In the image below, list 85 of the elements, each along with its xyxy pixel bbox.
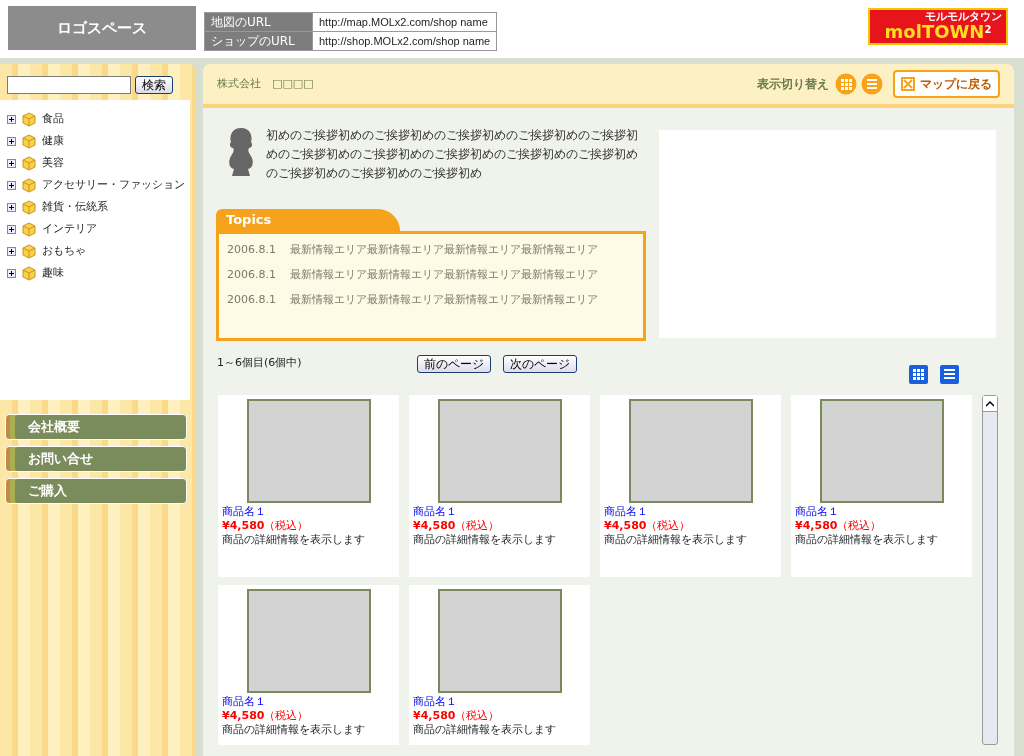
- box-icon: [21, 155, 37, 171]
- url-value: http://shop.MOLx2.com/shop name: [312, 31, 497, 51]
- product-card[interactable]: 商品名１ ¥4,580（税込） 商品の詳細情報を表示します: [791, 395, 972, 577]
- topic-date: 2006.8.1: [227, 242, 276, 259]
- tax-note: （税込）: [455, 709, 500, 722]
- product-price: ¥4,580: [222, 519, 265, 532]
- category-item[interactable]: インテリア: [42, 220, 97, 238]
- grid-view-button[interactable]: [909, 365, 928, 384]
- product-price: ¥4,580: [795, 519, 838, 532]
- product-name[interactable]: 商品名１: [413, 695, 586, 709]
- back-to-map-button[interactable]: マップに戻る: [893, 70, 1000, 98]
- view-switch-label: 表示切り替え: [757, 76, 829, 93]
- product-description: 商品の詳細情報を表示します: [222, 533, 366, 547]
- product-description: 商品の詳細情報を表示します: [222, 723, 366, 737]
- product-name[interactable]: 商品名１: [604, 505, 777, 519]
- tax-note: （税込）: [264, 519, 309, 532]
- product-card[interactable]: 商品名１ ¥4,580（税込） 商品の詳細情報を表示します: [218, 585, 399, 745]
- scroll-up-icon: [986, 400, 994, 407]
- expand-icon[interactable]: [7, 158, 16, 168]
- item-count: 1～6個目(6個中): [217, 355, 303, 371]
- product-price: ¥4,580: [604, 519, 647, 532]
- product-description: 商品の詳細情報を表示します: [795, 533, 939, 547]
- box-icon: [21, 133, 37, 149]
- company-name: 株式会社 □□□□: [217, 75, 314, 92]
- list-view-button[interactable]: [940, 365, 959, 384]
- category-item[interactable]: 趣味: [42, 264, 64, 282]
- menu-button[interactable]: 会社概要: [5, 414, 187, 440]
- topic-text[interactable]: 最新情報エリア最新情報エリア最新情報エリア最新情報エリア: [290, 242, 598, 259]
- box-icon: [21, 265, 37, 281]
- prev-page-button[interactable]: 前のページ: [417, 355, 491, 373]
- expand-icon[interactable]: [7, 136, 16, 146]
- topic-date: 2006.8.1: [227, 292, 276, 309]
- product-price: ¥4,580: [222, 709, 265, 722]
- grid-view-icon: [835, 73, 857, 95]
- product-price: ¥4,580: [413, 709, 456, 722]
- product-card[interactable]: 商品名１ ¥4,580（税込） 商品の詳細情報を表示します: [409, 395, 590, 577]
- category-item[interactable]: 食品: [42, 110, 64, 128]
- box-icon: [21, 111, 37, 127]
- product-description: 商品の詳細情報を表示します: [413, 723, 557, 737]
- product-description: 商品の詳細情報を表示します: [604, 533, 748, 547]
- product-name[interactable]: 商品名１: [222, 695, 395, 709]
- search-button[interactable]: 検索: [135, 76, 173, 94]
- expand-icon[interactable]: [7, 180, 16, 190]
- menu-button[interactable]: お問い合せ: [5, 446, 187, 472]
- category-item[interactable]: 健康: [42, 132, 64, 150]
- person-silhouette-icon: [226, 126, 256, 178]
- menu-button[interactable]: ご購入: [5, 478, 187, 504]
- scrollbar[interactable]: [982, 395, 998, 745]
- product-price: ¥4,580: [413, 519, 456, 532]
- brand-logo[interactable]: molTOWN$^{2}$ モルモルタウン: [868, 8, 1008, 45]
- tax-note: （税込）: [455, 519, 500, 532]
- tax-note: （税込）: [646, 519, 691, 532]
- product-description: 商品の詳細情報を表示します: [413, 533, 557, 547]
- expand-icon[interactable]: [7, 202, 16, 212]
- url-value: http://map.MOLx2.com/shop name: [312, 12, 497, 32]
- category-item[interactable]: アクセサリー・ファッション: [42, 176, 185, 194]
- expand-icon[interactable]: [7, 224, 16, 234]
- logo-text: ロゴスペース: [57, 17, 147, 39]
- product-card[interactable]: 商品名１ ¥4,580（税込） 商品の詳細情報を表示します: [218, 395, 399, 577]
- expand-icon[interactable]: [7, 246, 16, 256]
- category-item[interactable]: 美容: [42, 154, 64, 172]
- product-card[interactable]: 商品名１ ¥4,580（税込） 商品の詳細情報を表示します: [409, 585, 590, 745]
- tax-note: （税込）: [264, 709, 309, 722]
- category-item[interactable]: 雑貨・伝統系: [42, 198, 108, 216]
- box-icon: [21, 177, 37, 193]
- topic-date: 2006.8.1: [227, 267, 276, 284]
- category-item[interactable]: おもちゃ: [42, 242, 86, 260]
- next-page-button[interactable]: 次のページ: [503, 355, 577, 373]
- topic-text[interactable]: 最新情報エリア最新情報エリア最新情報エリア最新情報エリア: [290, 292, 598, 309]
- expand-icon[interactable]: [7, 268, 16, 278]
- expand-icon[interactable]: [7, 114, 16, 124]
- product-name[interactable]: 商品名１: [222, 505, 395, 519]
- map-icon: [901, 77, 915, 91]
- list-view-icon: [861, 73, 883, 95]
- box-icon: [21, 199, 37, 215]
- product-card[interactable]: 商品名１ ¥4,580（税込） 商品の詳細情報を表示します: [600, 395, 781, 577]
- product-name[interactable]: 商品名１: [795, 505, 968, 519]
- product-name[interactable]: 商品名１: [413, 505, 586, 519]
- tax-note: （税込）: [837, 519, 882, 532]
- url-label: 地図のURL: [204, 12, 313, 32]
- greeting-text: 初めのご挨拶初めのご挨拶初めのご挨拶初めのご挨拶初めのご挨拶初めのご挨拶初めのご挨拶初めのご挨拶初めのご挨拶初めのご挨拶初めのご挨拶初めのご挨拶初めのご挨拶初め: [266, 127, 639, 182]
- box-icon: [21, 243, 37, 259]
- topic-text[interactable]: 最新情報エリア最新情報エリア最新情報エリア最新情報エリア: [290, 267, 598, 284]
- search-field[interactable]: [7, 76, 131, 94]
- box-icon: [21, 221, 37, 237]
